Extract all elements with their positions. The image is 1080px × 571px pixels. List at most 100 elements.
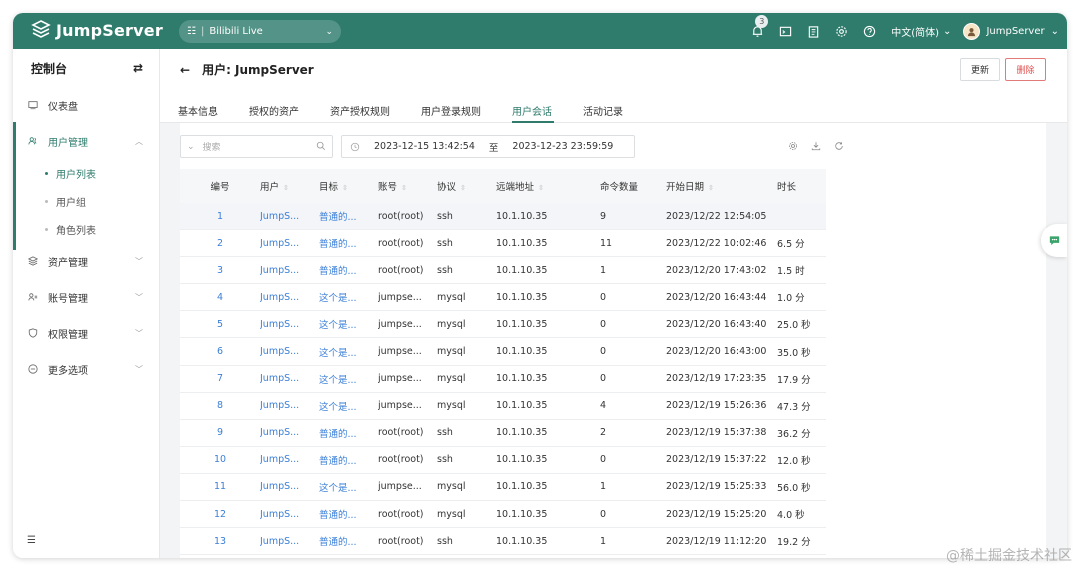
date-end[interactable]: 2023-12-23 23:59:59 [512, 141, 613, 152]
cell-id[interactable]: 12 [180, 509, 260, 520]
cell-id[interactable]: 8 [180, 400, 260, 411]
terminal-button[interactable] [771, 13, 799, 49]
cell-target[interactable]: 普通的... [319, 209, 378, 223]
sidebar-item-account-management[interactable]: 账号管理 ﹀ [13, 279, 159, 315]
tab-activity-log[interactable]: 活动记录 [583, 99, 633, 123]
table-row[interactable]: 14JumpS...普通的...root(root)ssh10.1.10.351… [180, 555, 826, 558]
column-header-id[interactable]: 编号 [180, 179, 260, 193]
cell-id[interactable]: 13 [180, 536, 260, 547]
cell-user[interactable]: JumpS... [260, 211, 319, 222]
cell-target[interactable]: 这个是... [319, 372, 378, 386]
sidebar-subitem-role-list[interactable]: 角色列表 [13, 215, 159, 243]
cell-id[interactable]: 2 [180, 238, 260, 249]
column-header-user[interactable]: 用户 ⇳ [260, 179, 319, 193]
cell-user[interactable]: JumpS... [260, 454, 319, 465]
cell-target[interactable]: 普通的... [319, 263, 378, 277]
column-header-command-count[interactable]: 命令数量 [600, 179, 666, 193]
sidebar-item-user-management[interactable]: 用户管理 ︿ [13, 123, 159, 159]
back-arrow-icon[interactable]: ← [180, 63, 190, 77]
settings-button[interactable] [787, 140, 799, 152]
notification-button[interactable]: 3 [743, 13, 771, 49]
update-button[interactable]: 更新 [960, 58, 1000, 81]
avatar [963, 22, 981, 40]
cell-user[interactable]: JumpS... [260, 481, 319, 492]
sidebar-item-more-options[interactable]: 更多选项 ﹀ [13, 351, 159, 387]
cell-user[interactable]: JumpS... [260, 346, 319, 357]
sidebar-item-dashboard[interactable]: 仪表盘 [13, 87, 159, 123]
sidebar-item-permission-management[interactable]: 权限管理 ﹀ [13, 315, 159, 351]
cell-id[interactable]: 4 [180, 292, 260, 303]
cell-id[interactable]: 6 [180, 346, 260, 357]
table-row[interactable]: 5 JumpS... 这个是... jumpse... mysql 10.1.10.35 0… [180, 311, 826, 339]
tab-authorized-assets[interactable]: 授权的资产 [249, 99, 330, 123]
cell-id[interactable]: 7 [180, 373, 260, 384]
sidebar-subitem-user-group[interactable]: 用户组 [13, 187, 159, 215]
switch-view-icon[interactable]: ⇄ [133, 61, 143, 75]
table-row[interactable]: 8 JumpS... 这个是... jumpse... mysql 10.1.10.35 4… [180, 393, 826, 420]
cell-user[interactable]: JumpS... [260, 427, 319, 438]
cell-target[interactable]: 普通的... [319, 426, 378, 440]
cell-target[interactable]: 这个是... [319, 399, 378, 413]
cell-target[interactable]: 这个是... [319, 290, 378, 304]
cell-target[interactable]: 普通的... [319, 453, 378, 467]
user-menu[interactable]: JumpServer ⌄ [963, 22, 1059, 40]
date-start[interactable]: 2023-12-15 13:42:54 [374, 141, 475, 152]
cell-id[interactable]: 5 [180, 319, 260, 330]
table-row[interactable]: 4 JumpS... 这个是... jumpse... mysql 10.1.10.35 0… [180, 284, 826, 312]
delete-button[interactable]: 删除 [1005, 58, 1046, 81]
tab-asset-permission-rules[interactable]: 资产授权规则 [330, 99, 421, 123]
tickets-button[interactable] [799, 13, 827, 49]
table-row[interactable]: 13 JumpS... 普通的... root(root) ssh 10.1.10.35 1… [180, 528, 826, 556]
table-row[interactable]: 12 JumpS... 普通的... root(root) mysql 10.1.10.3… [180, 501, 826, 529]
sidebar-item-asset-management[interactable]: 资产管理 ﹀ [13, 243, 159, 279]
cell-user[interactable]: JumpS... [260, 292, 319, 303]
tab-user-sessions[interactable]: 用户会话 [512, 99, 554, 123]
table-row[interactable]: 9 JumpS... 普通的... root(root) ssh 10.1.10.35 2 2… [180, 420, 826, 447]
cell-user[interactable]: JumpS... [260, 265, 319, 276]
collapse-sidebar-icon[interactable]: ☰ [27, 535, 36, 546]
search-input[interactable]: ⌄ 搜索 [180, 135, 333, 158]
table-row[interactable]: 10 JumpS... 普通的... root(root) ssh 10.1.10.35 0… [180, 447, 826, 474]
table-row[interactable]: 11 JumpS... 这个是... jumpse... mysql 10.1.10.35… [180, 474, 826, 502]
cell-user[interactable]: JumpS... [260, 509, 319, 520]
column-header-target[interactable]: 目标 ⇳ [319, 179, 378, 193]
column-header-duration[interactable]: 时长 [777, 179, 826, 193]
table-row[interactable]: 6 JumpS... 这个是... jumpse... mysql 10.1.10.35 0… [180, 338, 826, 366]
cell-user[interactable]: JumpS... [260, 238, 319, 249]
cell-user[interactable]: JumpS... [260, 319, 319, 330]
table-row[interactable]: 1 JumpS... 普通的... root(root) ssh 10.1.10.35 9 2… [180, 203, 826, 231]
cell-id[interactable]: 9 [180, 427, 260, 438]
column-header-account[interactable]: 账号 ⇳ [378, 179, 437, 193]
tab-login-rules[interactable]: 用户登录规则 [421, 99, 512, 123]
tab-basic-info[interactable]: 基本信息 [178, 99, 249, 123]
cell-id[interactable]: 1 [180, 211, 260, 222]
chat-assistant-button[interactable] [1041, 224, 1067, 257]
help-button[interactable] [855, 13, 883, 49]
date-range-picker[interactable]: 2023-12-15 13:42:54 至 2023-12-23 23:59:5… [341, 135, 635, 158]
settings-button[interactable] [827, 13, 855, 49]
refresh-button[interactable] [833, 140, 845, 152]
cell-id[interactable]: 11 [180, 481, 260, 492]
column-header-protocol[interactable]: 协议 ⇳ [437, 179, 496, 193]
table-row[interactable]: 3 JumpS... 普通的... root(root) ssh 10.1.10.35 1 2… [180, 257, 826, 285]
org-switcher[interactable]: ☷ | Bilibili Live ⌄ [179, 20, 341, 43]
cell-target[interactable]: 这个是... [319, 317, 378, 331]
cell-id[interactable]: 3 [180, 265, 260, 276]
column-header-remote-addr[interactable]: 远端地址 ⇳ [496, 179, 600, 193]
cell-target[interactable]: 这个是... [319, 345, 378, 359]
cell-user[interactable]: JumpS... [260, 400, 319, 411]
table-row[interactable]: 2 JumpS... 普通的... root(root) ssh 10.1.10.35 11… [180, 230, 826, 258]
table-row[interactable]: 7 JumpS... 这个是... jumpse... mysql 10.1.10.35 0… [180, 366, 826, 393]
cell-target[interactable]: 普通的... [319, 534, 378, 548]
cell-target[interactable]: 普通的... [319, 507, 378, 521]
cell-target[interactable]: 这个是... [319, 480, 378, 494]
export-button[interactable] [810, 140, 822, 152]
cell-target[interactable]: 普通的... [319, 236, 378, 250]
sidebar-subitem-user-list[interactable]: 用户列表 [13, 159, 159, 187]
language-switcher[interactable]: 中文(简体) ⌄ [891, 24, 951, 39]
cell-user[interactable]: JumpS... [260, 373, 319, 384]
column-header-date-start[interactable]: 开始日期 ⇳ [666, 179, 777, 193]
logo[interactable]: JumpServer [31, 20, 163, 40]
cell-id[interactable]: 10 [180, 454, 260, 465]
cell-user[interactable]: JumpS... [260, 536, 319, 547]
